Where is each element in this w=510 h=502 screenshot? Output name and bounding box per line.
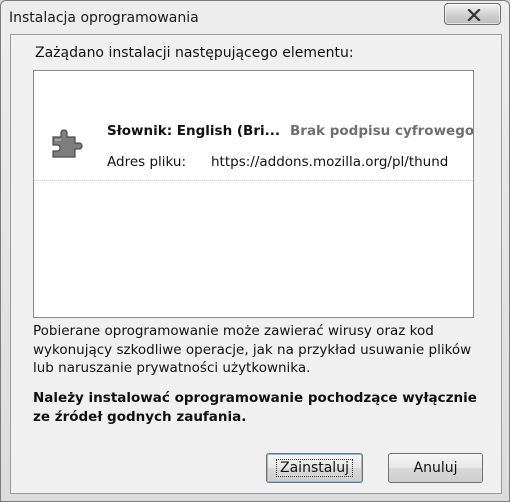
address-label: Adres pliku: <box>107 154 187 170</box>
warning-text: Pobierane oprogramowanie może zawierać w… <box>33 323 472 376</box>
address-url: https://addons.mozilla.org/pl/thund <box>211 154 449 170</box>
close-x-icon <box>467 9 481 21</box>
signature-status: Brak podpisu cyfrowego <box>290 123 475 139</box>
trust-warning-text: Należy instalować oprogramowanie pochodz… <box>33 390 477 425</box>
puzzle-piece-icon <box>49 127 85 165</box>
install-button[interactable]: Zainstaluj <box>266 453 363 483</box>
item-name: Słownik: English (Bri... <box>107 123 281 139</box>
install-dialog: Instalacja oprogramowania Zażądano insta… <box>0 0 510 502</box>
title-bar[interactable]: Instalacja oprogramowania <box>1 1 509 35</box>
window-title: Instalacja oprogramowania <box>9 10 199 26</box>
cancel-button[interactable]: Anuluj <box>388 453 483 483</box>
install-button-label: Zainstaluj <box>276 459 353 477</box>
prompt-text: Zażądano instalacji następującego elemen… <box>35 45 354 61</box>
close-button[interactable] <box>444 3 501 25</box>
